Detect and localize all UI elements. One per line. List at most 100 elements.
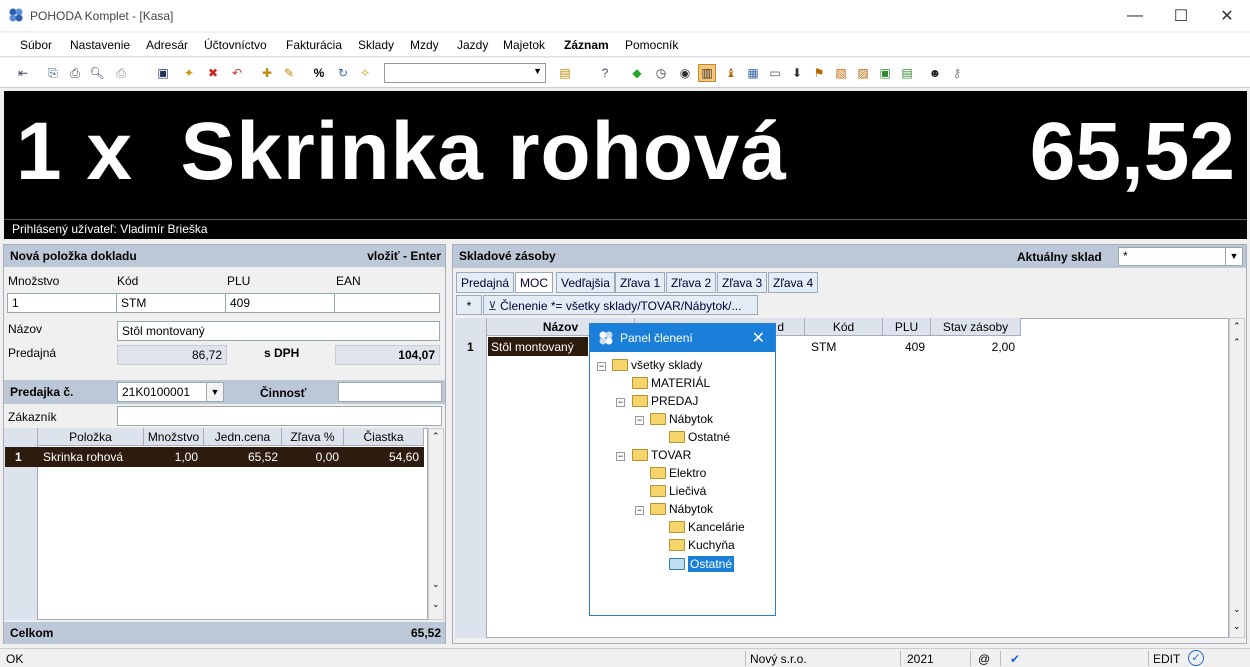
tree-node[interactable]: PREDAJ	[632, 394, 698, 408]
tree-node[interactable]: MATERIÁL	[632, 376, 710, 390]
menu-adresar[interactable]: Adresár	[146, 38, 188, 52]
menu-subor[interactable]: Súbor	[20, 38, 52, 52]
stock-scrollbar[interactable]: ⌃ ⌃ ⌄ ⌄	[1229, 318, 1245, 638]
save-icon[interactable]: ▣	[154, 64, 172, 82]
chevron-down-icon[interactable]: ▼	[206, 383, 223, 401]
edit-icon[interactable]: ✎	[280, 64, 298, 82]
activity-field[interactable]	[338, 382, 442, 402]
col-stock[interactable]: Stav zásoby	[931, 318, 1021, 336]
confirm-icon[interactable]: ✓	[1188, 650, 1204, 666]
export-icon[interactable]: ▧	[832, 64, 850, 82]
search-folder-icon[interactable]: ▤	[556, 64, 574, 82]
tab-zlava-2[interactable]: Zľava 2	[666, 272, 717, 293]
col-discount[interactable]: Zľava %	[282, 428, 344, 446]
ean-field[interactable]	[334, 293, 440, 313]
col-qty[interactable]: Množstvo	[144, 428, 204, 446]
new-record-icon[interactable]: ✦	[180, 64, 198, 82]
collapse-icon[interactable]: −	[616, 452, 625, 461]
close-icon[interactable]: ✕	[1204, 0, 1250, 31]
print-icon[interactable]: ⎙	[66, 64, 84, 82]
camera-icon[interactable]: ◉	[676, 64, 694, 82]
clock-icon[interactable]: ◷	[652, 64, 670, 82]
col-amount[interactable]: Čiastka	[344, 428, 424, 446]
bag-icon[interactable]: ♝	[722, 64, 740, 82]
collapse-icon[interactable]: −	[635, 416, 644, 425]
customer-field[interactable]	[117, 406, 442, 426]
chevron-down-icon[interactable]: ▼	[1225, 248, 1242, 265]
percent-icon[interactable]: %	[310, 64, 328, 82]
tree-node-selected[interactable]: Ostatné	[669, 556, 735, 572]
plu-field[interactable]: 409	[225, 293, 335, 313]
delete-record-icon[interactable]: ✖	[204, 64, 222, 82]
qty-field[interactable]: 1	[7, 293, 117, 313]
panel-icon[interactable]: ▥	[698, 64, 716, 82]
printer-icon[interactable]: ⎙	[112, 64, 130, 82]
tree-node[interactable]: Ostatné	[669, 430, 730, 444]
exit-icon[interactable]: ⇤	[14, 64, 32, 82]
report-icon[interactable]: ▤	[898, 64, 916, 82]
tab-predajna[interactable]: Predajná	[456, 272, 515, 293]
calendar-icon[interactable]: ▦	[744, 64, 762, 82]
menu-sklady[interactable]: Sklady	[358, 38, 394, 52]
copy-icon[interactable]: ⎘	[44, 64, 62, 82]
import-icon[interactable]: ▨	[854, 64, 872, 82]
help-icon[interactable]: ?	[596, 64, 614, 82]
tab-zlava-1[interactable]: Zľava 1	[615, 272, 666, 293]
menu-jazdy[interactable]: Jazdy	[457, 38, 488, 52]
table-row[interactable]: 1 Stôl montovaný STM 409 2,00	[456, 337, 1156, 356]
current-stock-select[interactable]: * ▼	[1118, 247, 1243, 266]
tree-node[interactable]: Nábytok	[650, 412, 713, 426]
collapse-icon[interactable]: −	[597, 362, 606, 371]
filter-button[interactable]: ⊻ Členenie *= všetky sklady/TOVAR/Nábyto…	[483, 295, 758, 315]
receipt-number-field[interactable]: 21K0100001 ▼	[117, 382, 224, 402]
menu-pomocnik[interactable]: Pomocník	[625, 38, 678, 52]
minimize-icon[interactable]: —	[1112, 0, 1158, 31]
menu-mzdy[interactable]: Mzdy	[410, 38, 439, 52]
document-icon[interactable]: ▭	[766, 64, 784, 82]
tree-node[interactable]: TOVAR	[632, 448, 691, 462]
user-icon[interactable]: ☻	[926, 64, 944, 82]
refresh-icon[interactable]: ↻	[334, 64, 352, 82]
code-field[interactable]: STM	[116, 293, 226, 313]
undo-icon[interactable]: ↶	[228, 64, 246, 82]
menu-uctovnictvo[interactable]: Účtovníctvo	[204, 38, 267, 52]
tree-node[interactable]: Kuchyňa	[669, 538, 735, 552]
menu-zaznam[interactable]: Záznam	[564, 38, 609, 52]
receipt-scrollbar[interactable]: ⌃ ⌄ ⌄	[428, 428, 444, 620]
col-unit[interactable]: Jedn.cena	[204, 428, 282, 446]
flag-icon[interactable]: ⚑	[810, 64, 828, 82]
bookmark-icon[interactable]: ✧	[356, 64, 374, 82]
menu-majetok[interactable]: Majetok	[503, 38, 545, 52]
tree-node[interactable]: Liečivá	[650, 484, 706, 498]
col-plu[interactable]: PLU	[883, 318, 931, 336]
maximize-icon[interactable]: ☐	[1158, 0, 1204, 31]
download-icon[interactable]: ⬇	[788, 64, 806, 82]
key-icon[interactable]: ⚷	[948, 64, 966, 82]
tree-node[interactable]: Elektro	[650, 466, 706, 480]
collapse-icon[interactable]: −	[635, 506, 644, 515]
col-code[interactable]: Kód	[805, 318, 883, 336]
tab-zlava-3[interactable]: Zľava 3	[717, 272, 768, 293]
toolbar-combo[interactable]: ▼	[384, 63, 546, 83]
tab-moc[interactable]: MOC	[515, 272, 553, 293]
tree-node[interactable]: všetky sklady	[612, 358, 702, 372]
menu-fakturacia[interactable]: Fakturácia	[286, 38, 342, 52]
tab-zlava-4[interactable]: Zľava 4	[768, 272, 819, 293]
plu-label: PLU	[227, 274, 251, 288]
menu-nastavenie[interactable]: Nastavenie	[70, 38, 130, 52]
folder-icon	[612, 359, 628, 371]
close-icon[interactable]: ✕	[752, 328, 765, 348]
tag-icon[interactable]: ◆	[628, 64, 646, 82]
filter-star-button[interactable]: *	[456, 295, 482, 315]
table-row[interactable]: 1 Skrinka rohová 1,00 65,52 0,00 54,60	[5, 447, 424, 467]
folder-icon	[650, 485, 666, 497]
name-field[interactable]: Stôl montovaný	[117, 321, 440, 341]
tab-vedlajsia[interactable]: Vedľajšia	[556, 272, 615, 293]
tree-node[interactable]: Nábytok	[650, 502, 713, 516]
insert-icon[interactable]: ✚	[258, 64, 276, 82]
col-item[interactable]: Položka	[38, 428, 144, 446]
monitor-icon[interactable]: ▣	[876, 64, 894, 82]
preview-icon[interactable]: 🔍︎	[88, 64, 106, 82]
collapse-icon[interactable]: −	[616, 398, 625, 407]
tree-node[interactable]: Kancelárie	[669, 520, 745, 534]
